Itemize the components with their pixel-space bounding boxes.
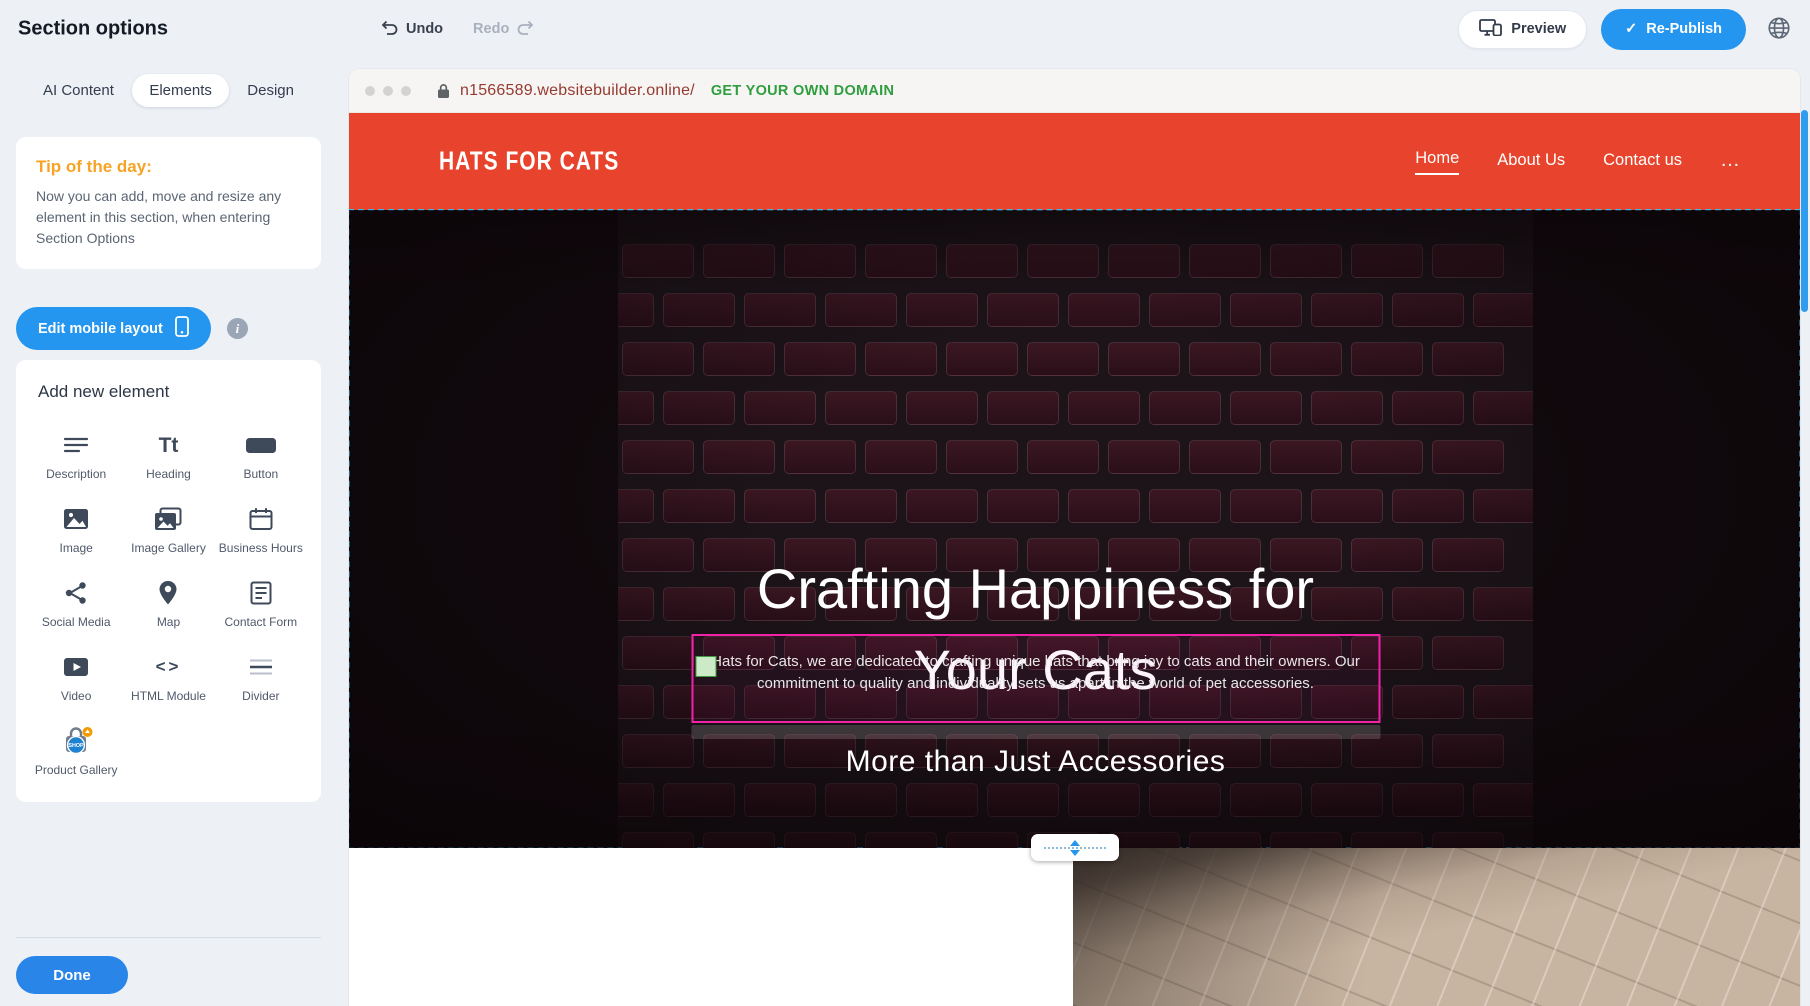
site-nav: Home About Us Contact us … xyxy=(1415,149,1742,175)
pavement-photo xyxy=(1073,848,1800,1006)
undo-label: Undo xyxy=(406,21,443,37)
browser-preview: n1566589.websitebuilder.online/ GET YOUR… xyxy=(349,69,1800,1006)
nav-more[interactable]: … xyxy=(1720,149,1742,174)
tip-of-the-day-card: Tip of the day: Now you can add, move an… xyxy=(16,137,321,269)
done-button[interactable]: Done xyxy=(16,956,128,994)
element-heading[interactable]: Tt Heading xyxy=(122,418,214,492)
topbar-actions: Preview ✓ Re-Publish xyxy=(1458,0,1798,58)
browser-bar: n1566589.websitebuilder.online/ GET YOUR… xyxy=(349,69,1800,113)
page-title: Section options xyxy=(18,18,168,41)
image-gallery-icon xyxy=(154,504,182,534)
check-icon: ✓ xyxy=(1625,21,1637,37)
edit-mobile-label: Edit mobile layout xyxy=(38,321,163,337)
add-element-title: Add new element xyxy=(30,382,307,402)
preview-devices-icon xyxy=(1479,19,1502,40)
hero-content: Crafting Happiness for Your Cats More th… xyxy=(349,210,1761,848)
undo-redo-group: Undo Redo xyxy=(380,0,535,58)
divider-icon xyxy=(248,652,274,682)
section-resize-handle[interactable] xyxy=(1031,834,1119,861)
tab-design[interactable]: Design xyxy=(230,74,311,107)
edit-mobile-layout-button[interactable]: Edit mobile layout xyxy=(16,307,211,350)
element-image[interactable]: Image xyxy=(30,492,122,566)
html-module-icon: <> xyxy=(156,652,182,682)
hero-section[interactable]: Crafting Happiness for Your Cats More th… xyxy=(349,210,1800,848)
shop-ribbon-label: SHOP xyxy=(68,743,84,749)
product-gallery-icon: SHOP xyxy=(60,726,93,756)
sidebar-divider xyxy=(16,937,321,938)
undo-icon xyxy=(380,20,398,39)
element-html-module[interactable]: <> HTML Module xyxy=(122,640,214,714)
republish-label: Re-Publish xyxy=(1646,21,1722,37)
tab-elements[interactable]: Elements xyxy=(132,74,229,107)
get-your-own-domain-link[interactable]: GET YOUR OWN DOMAIN xyxy=(711,83,894,99)
social-media-icon xyxy=(64,578,88,608)
window-control-dot xyxy=(401,86,411,96)
tip-title: Tip of the day: xyxy=(36,157,301,177)
sidebar-tabs: AI Content Elements Design xyxy=(16,74,321,107)
resize-dotted-line xyxy=(1044,847,1106,849)
edit-mobile-row: Edit mobile layout i xyxy=(16,307,321,350)
preview-label: Preview xyxy=(1511,21,1566,37)
element-contact-form[interactable]: Contact Form xyxy=(215,566,307,640)
phone-icon xyxy=(175,316,189,341)
element-button[interactable]: Button xyxy=(215,418,307,492)
element-social-media[interactable]: Social Media xyxy=(30,566,122,640)
nav-home[interactable]: Home xyxy=(1415,149,1459,175)
sidebar: AI Content Elements Design Tip of the da… xyxy=(0,58,337,1006)
business-hours-icon xyxy=(249,504,273,534)
window-control-dot xyxy=(365,86,375,96)
window-control-dot xyxy=(383,86,393,96)
element-divider[interactable]: Divider xyxy=(215,640,307,714)
redo-button[interactable]: Redo xyxy=(473,20,535,39)
next-section xyxy=(349,848,1800,1006)
element-image-gallery[interactable]: Image Gallery xyxy=(122,492,214,566)
globe-icon xyxy=(1766,15,1792,44)
video-icon xyxy=(63,652,89,682)
contact-form-icon xyxy=(250,578,272,608)
element-business-hours[interactable]: Business Hours xyxy=(215,492,307,566)
redo-icon xyxy=(517,20,535,39)
scrollbar-thumb[interactable] xyxy=(1801,110,1808,312)
preview-button[interactable]: Preview xyxy=(1458,10,1587,49)
site-url: n1566589.websitebuilder.online/ xyxy=(460,82,695,100)
nav-about-us[interactable]: About Us xyxy=(1497,151,1565,172)
drop-indicator-strip xyxy=(691,725,1380,739)
hero-paragraph[interactable]: Hats for Cats, we are dedicated to craft… xyxy=(693,636,1378,695)
heading-icon: Tt xyxy=(159,430,179,460)
site-logo: HATS FOR CATS xyxy=(439,147,619,177)
next-section-background xyxy=(349,848,1073,1006)
republish-button[interactable]: ✓ Re-Publish xyxy=(1601,9,1746,50)
app: Section options Undo Redo Preview xyxy=(0,0,1810,1006)
image-icon xyxy=(63,504,89,534)
site-header[interactable]: HATS FOR CATS Home About Us Contact us … xyxy=(349,113,1800,210)
site-canvas: HATS FOR CATS Home About Us Contact us …… xyxy=(349,113,1800,1006)
resize-down-arrow-icon xyxy=(1070,850,1080,856)
info-icon[interactable]: i xyxy=(227,318,248,339)
redo-label: Redo xyxy=(473,21,509,37)
element-video[interactable]: Video xyxy=(30,640,122,714)
tip-body: Now you can add, move and resize any ele… xyxy=(36,186,301,249)
tab-ai-content[interactable]: AI Content xyxy=(26,74,131,107)
element-description[interactable]: Description xyxy=(30,418,122,492)
element-product-gallery[interactable]: SHOP Product Gallery xyxy=(30,714,122,788)
language-globe-button[interactable] xyxy=(1760,10,1798,48)
hero-subheading[interactable]: More than Just Accessories xyxy=(349,745,1761,779)
nav-contact-us[interactable]: Contact us xyxy=(1603,151,1682,172)
element-grid: Description Tt Heading Button Image xyxy=(30,418,307,788)
element-map[interactable]: Map xyxy=(122,566,214,640)
button-icon xyxy=(246,430,276,460)
description-icon xyxy=(63,430,89,460)
topbar: Section options Undo Redo Preview xyxy=(0,0,1810,58)
selected-text-element[interactable]: Hats for Cats, we are dedicated to craft… xyxy=(691,634,1380,723)
add-element-card: Add new element Description Tt Heading B… xyxy=(16,360,321,802)
undo-button[interactable]: Undo xyxy=(380,20,443,39)
resize-up-arrow-icon xyxy=(1070,840,1080,846)
lock-icon xyxy=(437,83,450,99)
map-pin-icon xyxy=(158,578,178,608)
selection-handle[interactable] xyxy=(695,656,716,677)
